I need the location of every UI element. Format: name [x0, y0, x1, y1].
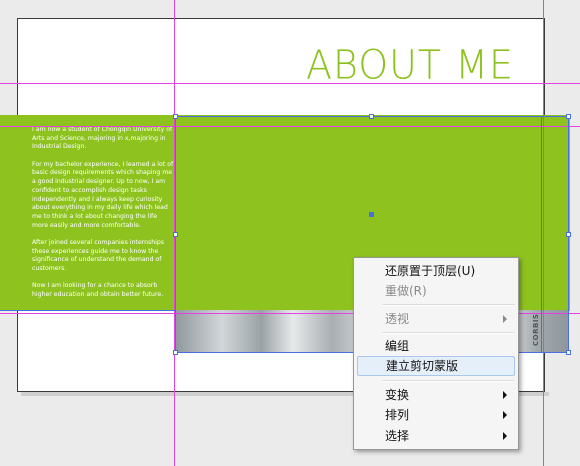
submenu-arrow-icon — [503, 391, 507, 399]
menu-item-label: 排列 — [385, 408, 410, 422]
menu-item-select[interactable]: 选择 — [357, 426, 515, 446]
submenu-arrow-icon — [503, 411, 507, 419]
horizontal-guide[interactable] — [0, 83, 580, 84]
menu-item-transform[interactable]: 变换 — [357, 385, 515, 405]
resize-handle-right[interactable] — [566, 232, 571, 237]
resize-handle-bottom-left[interactable] — [173, 350, 178, 355]
resize-handle-bottom-right[interactable] — [566, 350, 571, 355]
paragraph-2: For my bachelor experience, I learned a … — [32, 160, 174, 229]
menu-item-make-clipping-mask[interactable]: 建立剪切蒙版 — [357, 356, 515, 376]
paragraph-3: After joined several companies internshi… — [32, 238, 165, 273]
band-selection-edge — [0, 310, 175, 311]
menu-item-redo[interactable]: 重做(R) — [357, 281, 515, 301]
menu-item-label: 变换 — [385, 388, 410, 402]
resize-handle-left[interactable] — [173, 232, 178, 237]
inner-frame-edge — [541, 116, 542, 353]
menu-item-revert-bring-to-front[interactable]: 还原置于顶层(U) — [357, 261, 515, 281]
menu-separator — [382, 332, 515, 334]
resize-handle-top[interactable] — [369, 114, 374, 119]
menu-separator — [382, 304, 515, 306]
submenu-arrow-icon — [503, 432, 507, 440]
menu-item-label: 选择 — [385, 429, 410, 443]
menu-item-group[interactable]: 编组 — [357, 336, 515, 356]
vertical-guide[interactable] — [543, 0, 544, 466]
menu-item-label: 透视 — [385, 312, 410, 326]
resize-handle-top-left[interactable] — [173, 114, 178, 119]
about-me-text-block[interactable]: I am now a student of Chongqin Universit… — [32, 126, 174, 308]
menu-separator — [382, 380, 515, 382]
resize-handle-top-right[interactable] — [566, 114, 571, 119]
paragraph-4: Now I am looking for a chance to absorb … — [32, 282, 164, 299]
context-menu: 还原置于顶层(U) 重做(R) 透视 编组 建立剪切蒙版 变换 排列 选择 — [353, 257, 519, 450]
horizontal-guide[interactable] — [0, 126, 580, 127]
menu-item-perspective[interactable]: 透视 — [357, 309, 515, 329]
paragraph-1: I am now a student of Chongqin Universit… — [32, 126, 173, 151]
submenu-arrow-icon — [503, 315, 507, 323]
menu-item-arrange[interactable]: 排列 — [357, 405, 515, 425]
about-me-title[interactable]: ABOUT ME — [306, 45, 514, 85]
selection-center-point[interactable] — [369, 212, 374, 217]
